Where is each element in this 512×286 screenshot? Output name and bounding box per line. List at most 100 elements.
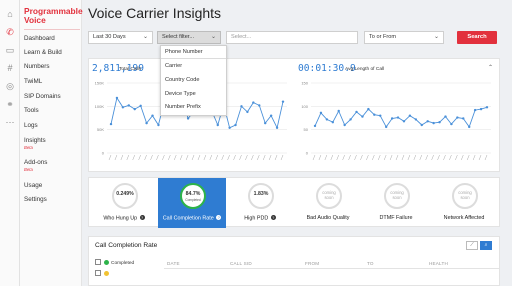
option-country-code[interactable]: Country Code <box>165 77 200 83</box>
sidebar-item-tools[interactable]: Tools <box>24 107 39 114</box>
x-tick-mark <box>318 154 322 161</box>
help-icon[interactable]: ? <box>216 215 222 220</box>
add-ons-beta-badge: Beta <box>24 167 33 172</box>
column-date[interactable]: DATE <box>167 261 180 266</box>
legend-dot <box>104 259 109 265</box>
x-tick-mark <box>484 154 488 161</box>
x-tick-mark <box>144 154 147 161</box>
data-point <box>361 115 364 118</box>
list-toggle[interactable]: ⌕ <box>480 241 492 250</box>
metric-dtmf-failure: coming soon DTMF Failure <box>362 178 430 228</box>
x-tick-mark <box>120 154 124 161</box>
search-input[interactable]: Select... <box>226 31 358 44</box>
line-chart-toggle[interactable]: ⟋ <box>466 241 478 250</box>
x-tick-mark <box>449 154 452 161</box>
chevron-down-icon: ⌄ <box>210 34 216 40</box>
insights-beta-badge: Beta <box>24 145 33 150</box>
chat-icon[interactable]: ▭ <box>4 44 16 56</box>
sidebar-item-sip-domains[interactable]: SIP Domains <box>24 93 61 100</box>
column-from[interactable]: FROM <box>305 261 319 266</box>
legend-completed[interactable]: Completed <box>95 259 134 266</box>
x-tick-mark <box>330 154 334 161</box>
x-tick-mark <box>378 154 381 161</box>
data-point <box>127 104 130 107</box>
sidebar-item-learn-build[interactable]: Learn & Build <box>24 49 62 56</box>
help-icon[interactable]: ? <box>139 215 145 220</box>
data-point <box>349 118 352 121</box>
sidebar-item-dashboard[interactable]: Dashboard <box>24 35 55 42</box>
x-tick-mark <box>114 154 118 161</box>
more-icon[interactable]: ⋯ <box>4 116 16 128</box>
home-icon[interactable]: ⌂ <box>4 8 16 20</box>
phone-icon[interactable]: ✆ <box>4 26 16 38</box>
link-icon[interactable]: ⚭ <box>4 98 16 110</box>
chevron-up-icon[interactable]: ⌃ <box>488 64 493 71</box>
data-point <box>355 110 358 114</box>
sidebar-item-usage[interactable]: Usage <box>24 182 42 189</box>
metric-high-pdd[interactable]: 1.83% High PDD ? <box>226 178 294 228</box>
filter-select[interactable]: Select filter... ⌄ <box>157 31 221 44</box>
data-point <box>343 123 346 127</box>
nav-divider <box>24 29 80 30</box>
date-range-select[interactable]: Last 30 Days ⌄ <box>88 31 153 44</box>
x-tick-mark <box>191 154 195 161</box>
metric-who-hung-up[interactable]: 0.249% Who Hung Up ? <box>90 178 158 228</box>
data-point <box>258 104 261 107</box>
x-tick-mark <box>466 154 470 161</box>
direction-select[interactable]: To or From ⌄ <box>364 31 444 44</box>
data-point <box>438 121 441 124</box>
data-point <box>133 107 136 111</box>
x-tick-mark <box>455 154 458 161</box>
sidebar-item-insights[interactable]: Insights <box>24 137 46 144</box>
legend-checkbox[interactable] <box>95 270 101 276</box>
data-point <box>414 118 418 121</box>
option-device-type[interactable]: Device Type <box>165 91 196 97</box>
sip-icon[interactable]: ◎ <box>4 80 16 92</box>
sidebar-item-twiml[interactable]: TwiML <box>24 78 42 85</box>
sidebar-item-settings[interactable]: Settings <box>24 196 47 203</box>
data-point <box>468 125 471 129</box>
data-point <box>331 121 334 124</box>
data-point <box>456 116 459 119</box>
sidebar-item-logs[interactable]: Logs <box>24 122 38 129</box>
option-phone-number[interactable]: Phone Number <box>165 49 203 55</box>
data-point <box>246 110 249 114</box>
legend-second[interactable] <box>95 270 111 277</box>
data-point <box>151 114 154 117</box>
column-to[interactable]: TO <box>367 261 374 266</box>
help-icon[interactable]: ? <box>270 215 276 220</box>
option-carrier[interactable]: Carrier <box>165 63 182 69</box>
data-point <box>384 125 388 129</box>
filter-dropdown-menu: Phone Number Carrier Country Code Device… <box>160 45 227 116</box>
x-tick-mark <box>478 154 482 161</box>
data-point <box>402 120 406 123</box>
x-tick-mark <box>274 154 278 161</box>
metric-call-completion-rate[interactable]: 84.7% Completed Call Completion Rate ? <box>158 178 226 228</box>
x-tick-mark <box>138 154 141 161</box>
data-point <box>420 123 423 127</box>
who-hung-up-gauge: 0.249% <box>112 183 138 209</box>
high-pdd-gauge: 1.83% <box>248 183 274 209</box>
data-point <box>121 106 125 109</box>
icon-rail: ⌂ ✆ ▭ # ◎ ⚭ ⋯ <box>0 0 20 286</box>
hash-icon[interactable]: # <box>4 62 16 74</box>
total-calls-label: Total Calls <box>119 67 142 72</box>
data-point <box>432 121 435 125</box>
direction-value: To or From <box>369 34 397 40</box>
data-point <box>373 113 376 116</box>
data-point <box>115 96 119 100</box>
x-tick-mark <box>215 154 218 161</box>
column-health[interactable]: HEALTH <box>429 261 448 266</box>
column-call-sid[interactable]: CALL SID <box>230 261 252 266</box>
option-number-prefix[interactable]: Number Prefix <box>165 104 201 110</box>
date-range-value: Last 30 Days <box>93 34 126 40</box>
sidebar-item-add-ons[interactable]: Add-ons <box>24 159 47 166</box>
x-tick-mark <box>179 154 183 161</box>
data-point <box>462 117 465 120</box>
data-point <box>325 118 329 121</box>
search-button[interactable]: Search <box>457 31 497 44</box>
sidebar-item-numbers[interactable]: Numbers <box>24 63 50 70</box>
x-tick-mark <box>174 154 177 161</box>
legend-checkbox[interactable] <box>95 259 101 265</box>
x-tick-mark <box>257 154 260 161</box>
